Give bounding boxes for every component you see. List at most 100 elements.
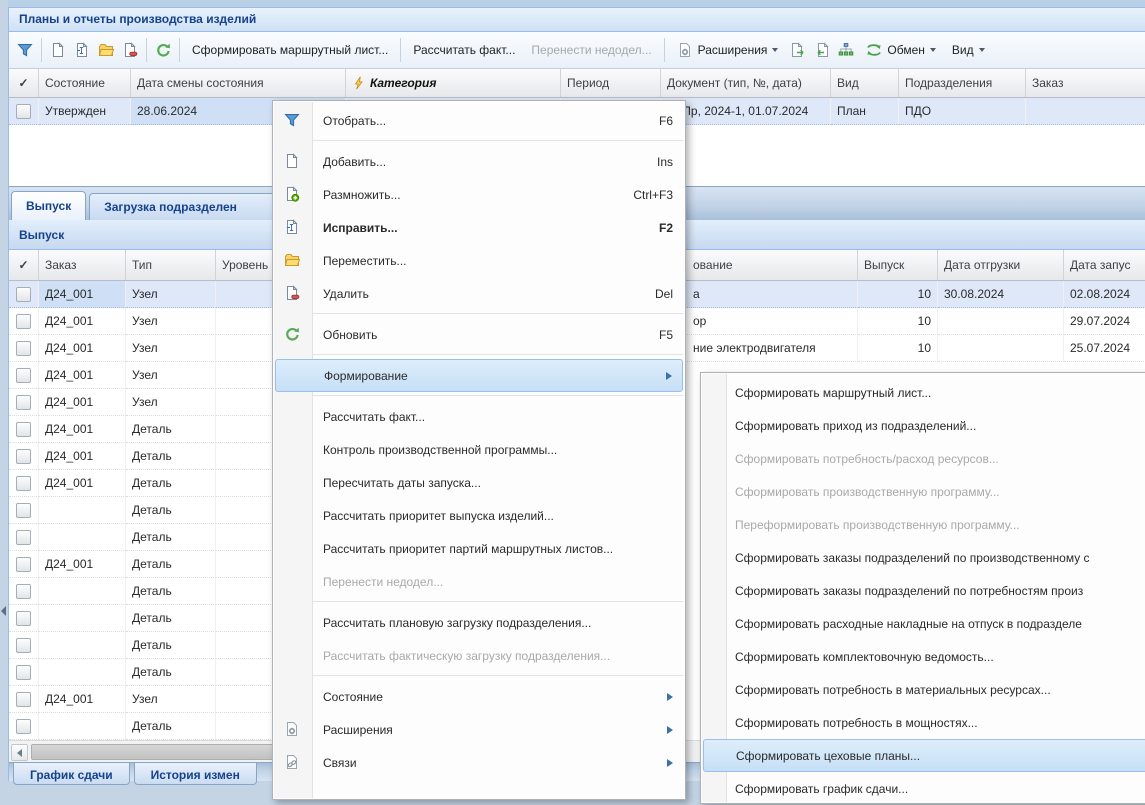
menu-item-carry-backlog[interactable]: Перенести недодел... xyxy=(275,565,683,598)
window-chrome-left xyxy=(0,0,8,781)
row-checkbox[interactable] xyxy=(16,422,31,437)
menu-item-calc-batch-priority[interactable]: Рассчитать приоритет партий маршрутных л… xyxy=(275,532,683,565)
column-header-state-date[interactable]: Дата смены состояния xyxy=(131,69,346,97)
row-checkbox[interactable] xyxy=(16,611,31,626)
menu-item-links[interactable]: Связи xyxy=(275,746,683,779)
submenu-item-income-from-departments[interactable]: Сформировать приход из подразделений... xyxy=(703,409,1145,442)
menu-item-formirovanie[interactable]: Формирование xyxy=(275,359,683,392)
refresh-icon xyxy=(155,42,171,58)
delete-button[interactable] xyxy=(118,38,142,62)
table-row[interactable]: ор 10 29.07.2024 xyxy=(687,308,1145,335)
menu-item-production-program-control[interactable]: Контроль производственной программы... xyxy=(275,433,683,466)
column-header-name[interactable]: ование xyxy=(687,250,858,280)
menu-item-filter[interactable]: Отобрать...F6 xyxy=(275,104,683,137)
select-all-column-header[interactable]: ✓ xyxy=(9,69,39,97)
tab-zagruzka-podrazdeleniy[interactable]: Загрузка подразделен xyxy=(89,193,285,220)
new-document-icon xyxy=(284,153,300,169)
page-title: Планы и отчеты производства изделий xyxy=(9,8,1145,31)
carry-backlog-button[interactable]: Перенести недодел... xyxy=(523,39,659,61)
menu-item-state[interactable]: Состояние xyxy=(275,680,683,713)
row-checkbox[interactable] xyxy=(16,692,31,707)
row-checkbox[interactable] xyxy=(16,395,31,410)
menu-item-delete[interactable]: УдалитьDel xyxy=(275,277,683,310)
move-button[interactable] xyxy=(94,38,118,62)
tab-istoriya-izmeneniy[interactable]: История измен xyxy=(134,763,257,785)
menu-item-duplicate[interactable]: Размножить...Ctrl+F3 xyxy=(275,178,683,211)
submenu-item-material-demand[interactable]: Сформировать потребность в материальных … xyxy=(703,673,1145,706)
column-header-launch-date[interactable]: Дата запус xyxy=(1064,250,1145,280)
submenu-item-delivery-schedule[interactable]: Сформировать график сдачи... xyxy=(703,772,1145,805)
submenu-arrow-icon xyxy=(667,759,673,767)
submenu-item-orders-by-production[interactable]: Сформировать заказы подразделений по про… xyxy=(703,541,1145,574)
menu-item-extensions[interactable]: Расширения xyxy=(275,713,683,746)
submenu-item-route-sheet[interactable]: Сформировать маршрутный лист... xyxy=(703,376,1145,409)
column-header-type[interactable]: Тип xyxy=(126,250,216,280)
column-header-kind[interactable]: Вид xyxy=(831,69,899,97)
submenu-item-resource-demand[interactable]: Сформировать потребность/расход ресурсов… xyxy=(703,442,1145,475)
column-header-state[interactable]: Состояние xyxy=(39,69,131,97)
submenu-item-production-program[interactable]: Сформировать производственную программу.… xyxy=(703,475,1145,508)
menu-item-calc-planned-load[interactable]: Рассчитать плановую загрузку подразделен… xyxy=(275,606,683,639)
column-header-category[interactable]: Категория xyxy=(346,69,561,97)
chevron-down-icon xyxy=(979,48,985,52)
menu-item-calc-fact[interactable]: Рассчитать факт... xyxy=(275,400,683,433)
structure-button[interactable] xyxy=(834,38,858,62)
filter-button[interactable] xyxy=(13,38,37,62)
column-header-document[interactable]: Документ (тип, №, дата) xyxy=(661,69,831,97)
submenu-item-expense-invoices[interactable]: Сформировать расходные накладные на отпу… xyxy=(703,607,1145,640)
row-checkbox[interactable] xyxy=(16,584,31,599)
row-checkbox[interactable] xyxy=(16,503,31,518)
delete-document-icon xyxy=(122,42,138,58)
exchange-dropdown[interactable]: Обмен xyxy=(858,38,944,62)
import-button[interactable] xyxy=(810,38,834,62)
column-header-period[interactable]: Период xyxy=(561,69,661,97)
menu-item-move[interactable]: Переместить... xyxy=(275,244,683,277)
column-header-order[interactable]: Заказ xyxy=(39,250,126,280)
column-header-output[interactable]: Выпуск xyxy=(858,250,938,280)
extensions-dropdown[interactable]: Расширения xyxy=(669,38,787,62)
menu-item-calc-output-priority[interactable]: Рассчитать приоритет выпуска изделий... xyxy=(275,499,683,532)
column-header-order[interactable]: Заказ xyxy=(1026,69,1145,97)
row-checkbox[interactable] xyxy=(16,665,31,680)
submenu-item-picking-list[interactable]: Сформировать комплектовочную ведомость..… xyxy=(703,640,1145,673)
row-checkbox[interactable] xyxy=(16,104,31,119)
column-header-ship-date[interactable]: Дата отгрузки xyxy=(938,250,1064,280)
row-checkbox[interactable] xyxy=(16,530,31,545)
row-checkbox[interactable] xyxy=(16,557,31,572)
row-checkbox[interactable] xyxy=(16,719,31,734)
org-chart-icon xyxy=(838,42,854,58)
row-checkbox[interactable] xyxy=(16,476,31,491)
panel-splitter-collapse-icon[interactable] xyxy=(1,606,6,616)
row-checkbox[interactable] xyxy=(16,287,31,302)
menu-item-recalc-launch-dates[interactable]: Пересчитать даты запуска... xyxy=(275,466,683,499)
submenu-item-orders-by-demand[interactable]: Сформировать заказы подразделений по пот… xyxy=(703,574,1145,607)
view-dropdown[interactable]: Вид xyxy=(944,39,993,61)
submenu-item-shop-plans[interactable]: Сформировать цеховые планы... xyxy=(703,739,1145,772)
toolbar-separator xyxy=(664,38,665,62)
menu-item-add[interactable]: Добавить...Ins xyxy=(275,145,683,178)
tab-vypusk[interactable]: Выпуск xyxy=(11,191,86,220)
row-checkbox[interactable] xyxy=(16,314,31,329)
submenu-item-reform-production-program[interactable]: Переформировать производственную програм… xyxy=(703,508,1145,541)
table-row[interactable]: а 10 30.08.2024 02.08.2024 xyxy=(687,281,1145,308)
select-all-column-header[interactable]: ✓ xyxy=(9,250,39,280)
route-sheet-button[interactable]: Сформировать маршрутный лист... xyxy=(184,39,396,61)
submenu-item-capacity-demand[interactable]: Сформировать потребность в мощностях... xyxy=(703,706,1145,739)
menu-item-edit[interactable]: Исправить...F2 xyxy=(275,211,683,244)
table-row[interactable]: ние электродвигателя 10 25.07.2024 xyxy=(687,335,1145,362)
export-button[interactable] xyxy=(786,38,810,62)
column-header-departments[interactable]: Подразделения xyxy=(899,69,1026,97)
row-checkbox[interactable] xyxy=(16,638,31,653)
submenu-arrow-icon xyxy=(667,726,673,734)
calc-fact-button[interactable]: Рассчитать факт... xyxy=(405,39,523,61)
row-checkbox[interactable] xyxy=(16,449,31,464)
tab-grafik-sdachi[interactable]: График сдачи xyxy=(13,763,130,785)
row-checkbox[interactable] xyxy=(16,341,31,356)
scroll-left-button[interactable] xyxy=(11,744,28,761)
edit-button[interactable] xyxy=(70,38,94,62)
menu-item-calc-actual-load[interactable]: Рассчитать фактическую загрузку подразде… xyxy=(275,639,683,672)
row-checkbox[interactable] xyxy=(16,368,31,383)
menu-item-refresh[interactable]: ОбновитьF5 xyxy=(275,318,683,351)
add-button[interactable] xyxy=(46,38,70,62)
refresh-button[interactable] xyxy=(151,38,175,62)
